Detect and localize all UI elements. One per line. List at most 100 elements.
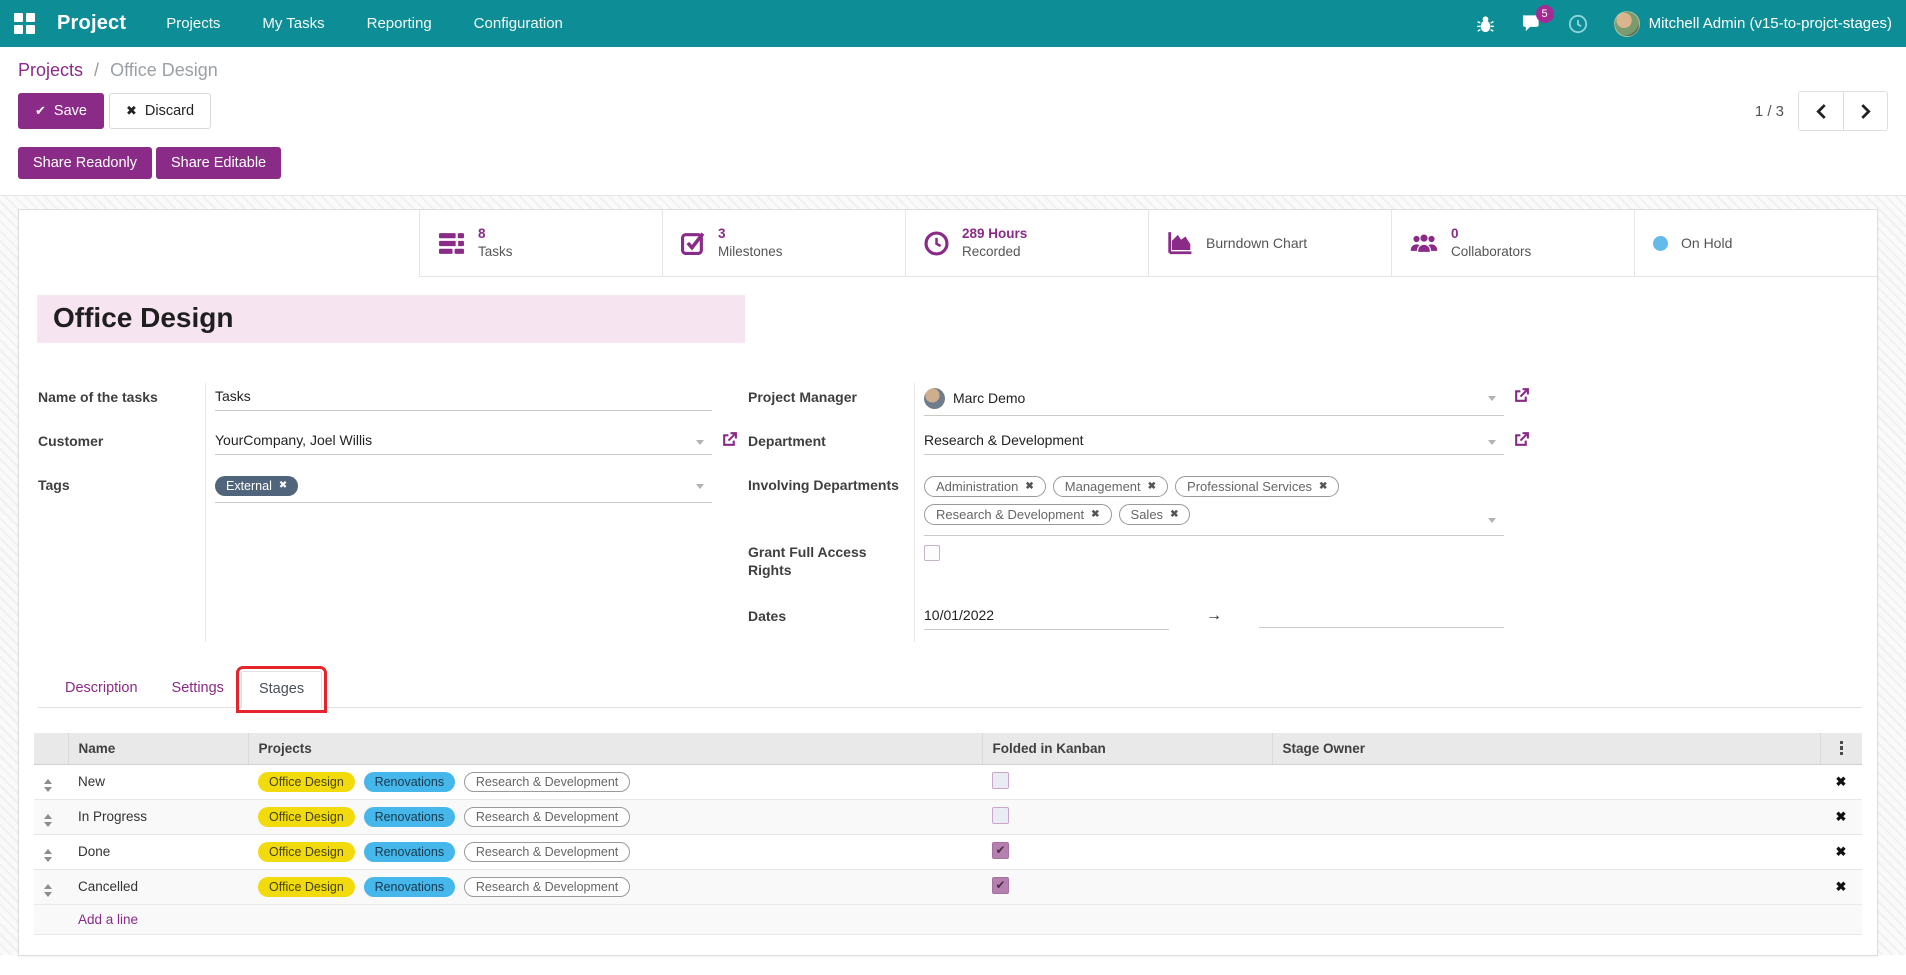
- column-header-projects[interactable]: Projects: [248, 733, 982, 765]
- save-button[interactable]: ✔ Save: [18, 93, 104, 129]
- stage-projects-cell[interactable]: Office Design Renovations Research & Dev…: [248, 869, 982, 904]
- stage-owner-cell[interactable]: [1272, 764, 1820, 799]
- date-end-input[interactable]: [1259, 607, 1504, 628]
- project-tag-pill[interactable]: Renovations: [364, 842, 456, 862]
- chevron-down-icon[interactable]: [1488, 396, 1496, 401]
- stage-owner-cell[interactable]: [1272, 799, 1820, 834]
- project-tag-pill[interactable]: Office Design: [258, 877, 355, 897]
- stage-name-cell[interactable]: In Progress: [68, 799, 248, 834]
- project-manager-input[interactable]: Marc Demo: [924, 381, 1504, 416]
- external-link-icon[interactable]: [1513, 387, 1530, 404]
- stage-projects-cell[interactable]: Office Design Renovations Research & Dev…: [248, 764, 982, 799]
- department-tag-pill[interactable]: Professional Services✖: [1175, 476, 1339, 497]
- external-link-icon[interactable]: [1513, 431, 1530, 448]
- remove-tag-icon[interactable]: ✖: [1025, 481, 1033, 492]
- column-header-name[interactable]: Name: [68, 733, 248, 765]
- stage-name-cell[interactable]: New: [68, 764, 248, 799]
- stat-button-tasks[interactable]: 8 Tasks: [419, 210, 662, 277]
- tab-description[interactable]: Description: [48, 671, 155, 708]
- stage-row[interactable]: In Progress Office Design Renovations Re…: [34, 799, 1862, 834]
- share-readonly-button[interactable]: Share Readonly: [18, 147, 152, 179]
- stage-projects-cell[interactable]: Office Design Renovations Research & Dev…: [248, 834, 982, 869]
- chevron-down-icon[interactable]: [1488, 518, 1496, 523]
- column-header-folded[interactable]: Folded in Kanban: [982, 733, 1272, 765]
- department-tag-pill[interactable]: Sales✖: [1119, 504, 1191, 525]
- column-header-stage-owner[interactable]: Stage Owner: [1272, 733, 1820, 765]
- project-tag-pill[interactable]: Renovations: [364, 807, 456, 827]
- involving-departments-input[interactable]: Administration✖ Management✖ Professional S…: [924, 469, 1504, 536]
- department-tag-pill[interactable]: Administration✖: [924, 476, 1046, 497]
- folded-checkbox[interactable]: [992, 772, 1009, 789]
- stage-owner-cell[interactable]: [1272, 834, 1820, 869]
- tab-settings[interactable]: Settings: [155, 671, 241, 708]
- tag-pill[interactable]: External✖: [215, 476, 298, 496]
- remove-tag-icon[interactable]: ✖: [1170, 509, 1178, 520]
- project-tag-pill[interactable]: Office Design: [258, 772, 355, 792]
- delete-row-icon[interactable]: ✖: [1836, 774, 1847, 789]
- remove-tag-icon[interactable]: ✖: [1148, 481, 1156, 492]
- department-tag-pill[interactable]: Research & Development✖: [924, 504, 1112, 525]
- debug-bug-icon[interactable]: [1476, 14, 1495, 33]
- stage-row[interactable]: Cancelled Office Design Renovations Rese…: [34, 869, 1862, 904]
- stage-row[interactable]: New Office Design Renovations Research &…: [34, 764, 1862, 799]
- grant-access-checkbox[interactable]: [924, 545, 940, 561]
- delete-row-icon[interactable]: ✖: [1836, 809, 1847, 824]
- project-tag-pill[interactable]: Renovations: [364, 772, 456, 792]
- pager-previous-button[interactable]: [1799, 92, 1843, 130]
- external-link-icon[interactable]: [721, 431, 738, 448]
- user-menu[interactable]: Mitchell Admin (v15-to-projct-stages): [1614, 11, 1892, 37]
- stage-row[interactable]: Done Office Design Renovations Research …: [34, 834, 1862, 869]
- chevron-down-icon[interactable]: [696, 484, 704, 489]
- optional-columns-icon[interactable]: [1831, 741, 1853, 756]
- share-editable-button[interactable]: Share Editable: [156, 147, 281, 179]
- delete-row-icon[interactable]: ✖: [1836, 879, 1847, 894]
- project-tag-pill[interactable]: Renovations: [364, 877, 456, 897]
- department-tag-pill[interactable]: Research & Development: [464, 877, 630, 897]
- activities-clock-icon[interactable]: [1568, 14, 1588, 34]
- discard-button[interactable]: ✖ Discard: [109, 93, 211, 129]
- stage-name-cell[interactable]: Done: [68, 834, 248, 869]
- drag-handle-icon[interactable]: [44, 779, 52, 792]
- nav-menu-item[interactable]: Reporting: [367, 15, 432, 32]
- stat-button-burndown-chart[interactable]: Burndown Chart: [1148, 210, 1391, 277]
- stat-button-collaborators[interactable]: 0 Collaborators: [1391, 210, 1634, 277]
- name-of-tasks-input[interactable]: Tasks: [215, 381, 712, 411]
- project-tag-pill[interactable]: Office Design: [258, 807, 355, 827]
- department-tag-pill[interactable]: Research & Development: [464, 842, 630, 862]
- drag-handle-icon[interactable]: [44, 814, 52, 827]
- stat-button-hours-recorded[interactable]: 289 Hours Recorded: [905, 210, 1148, 277]
- drag-handle-icon[interactable]: [44, 849, 52, 862]
- folded-checkbox[interactable]: [992, 807, 1009, 824]
- nav-menu-item[interactable]: Configuration: [474, 15, 563, 32]
- date-start-input[interactable]: 10/01/2022: [924, 607, 1169, 630]
- nav-menu-item[interactable]: My Tasks: [262, 15, 324, 32]
- stage-owner-cell[interactable]: [1272, 869, 1820, 904]
- project-tag-pill[interactable]: Office Design: [258, 842, 355, 862]
- customer-input[interactable]: YourCompany, Joel Willis: [215, 425, 712, 455]
- department-input[interactable]: Research & Development: [924, 425, 1504, 455]
- chevron-down-icon[interactable]: [696, 440, 704, 445]
- breadcrumb-parent-link[interactable]: Projects: [18, 60, 83, 80]
- remove-tag-icon[interactable]: ✖: [1091, 509, 1099, 520]
- folded-checkbox[interactable]: [992, 842, 1009, 859]
- department-tag-pill[interactable]: Research & Development: [464, 807, 630, 827]
- department-tag-pill[interactable]: Research & Development: [464, 772, 630, 792]
- chevron-down-icon[interactable]: [1488, 440, 1496, 445]
- department-tag-pill[interactable]: Management✖: [1053, 476, 1168, 497]
- drag-handle-icon[interactable]: [44, 884, 52, 897]
- pager-next-button[interactable]: [1843, 92, 1887, 130]
- stage-name-cell[interactable]: Cancelled: [68, 869, 248, 904]
- tab-stages[interactable]: Stages: [241, 671, 322, 708]
- folded-checkbox[interactable]: [992, 877, 1009, 894]
- tags-input[interactable]: External✖: [215, 469, 712, 503]
- app-name[interactable]: Project: [57, 12, 126, 35]
- nav-menu-item[interactable]: Projects: [166, 15, 220, 32]
- add-a-line-link[interactable]: Add a line: [78, 912, 138, 927]
- apps-menu-icon[interactable]: [14, 13, 35, 34]
- remove-tag-icon[interactable]: ✖: [279, 480, 287, 491]
- project-title-input[interactable]: Office Design: [37, 295, 745, 343]
- stat-button-on-hold[interactable]: On Hold: [1634, 210, 1877, 277]
- messages-icon[interactable]: 5: [1521, 14, 1542, 33]
- stage-projects-cell[interactable]: Office Design Renovations Research & Dev…: [248, 799, 982, 834]
- stat-button-milestones[interactable]: 3 Milestones: [662, 210, 905, 277]
